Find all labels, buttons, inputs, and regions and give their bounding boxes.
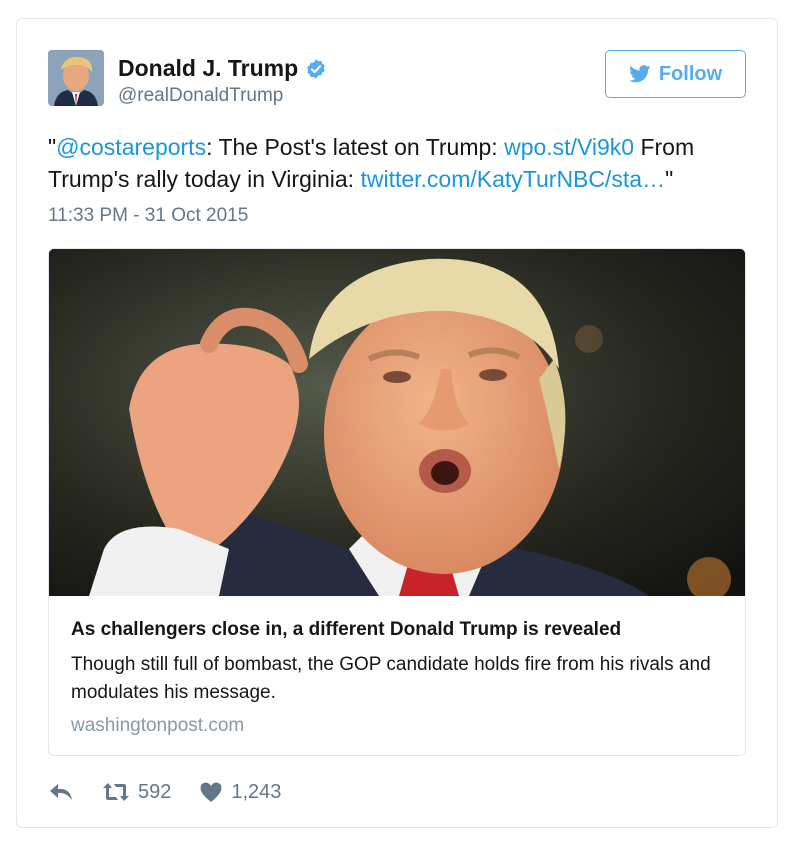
timestamp[interactable]: 11:33 PM - 31 Oct 2015 [48, 205, 248, 227]
like-button[interactable]: 1,243 [199, 781, 281, 804]
link-preview-card[interactable]: As challengers close in, a different Don… [48, 248, 746, 756]
card-description: Though still full of bombast, the GOP ca… [71, 654, 711, 703]
user-name-text: Donald J. Trump [118, 55, 299, 81]
card-domain: washingtonpost.com [71, 715, 245, 736]
reply-button[interactable] [48, 781, 74, 803]
follow-button-label: Follow [658, 62, 723, 85]
verified-icon [307, 58, 325, 79]
card-title: As challengers close in, a different Don… [71, 619, 622, 640]
heart-icon [200, 782, 222, 802]
tweet-text: "@costareports: The Post's latest on Tru… [48, 131, 748, 195]
user-name[interactable]: Donald J. Trump [118, 55, 327, 82]
retweet-icon [103, 783, 129, 801]
card-photo [49, 249, 745, 596]
short-link[interactable]: wpo.st/Vi9k0 [504, 134, 634, 160]
retweet-count: 592 [138, 780, 172, 803]
open-quote: " [48, 134, 57, 160]
twitter-bird-icon [628, 65, 651, 83]
avatar-image [48, 50, 104, 106]
twitter-status-link[interactable]: twitter.com/KatyTurNBC/sta… [360, 166, 665, 192]
avatar[interactable] [48, 50, 104, 106]
close-quote: " [665, 166, 674, 192]
tweet-text-part-1: : The Post's latest on Trump: [206, 134, 505, 160]
reply-icon [50, 784, 72, 800]
tweet-card: Donald J. Trump @realDonaldTrump Follow … [16, 18, 778, 828]
card-image [49, 249, 745, 596]
mention-link[interactable]: @costareports [56, 134, 206, 160]
follow-button[interactable]: Follow [605, 50, 746, 98]
tweet-actions: 592 1,243 [48, 777, 309, 807]
user-handle[interactable]: @realDonaldTrump [118, 85, 283, 107]
like-count: 1,243 [231, 780, 282, 803]
retweet-button[interactable]: 592 [102, 781, 171, 804]
